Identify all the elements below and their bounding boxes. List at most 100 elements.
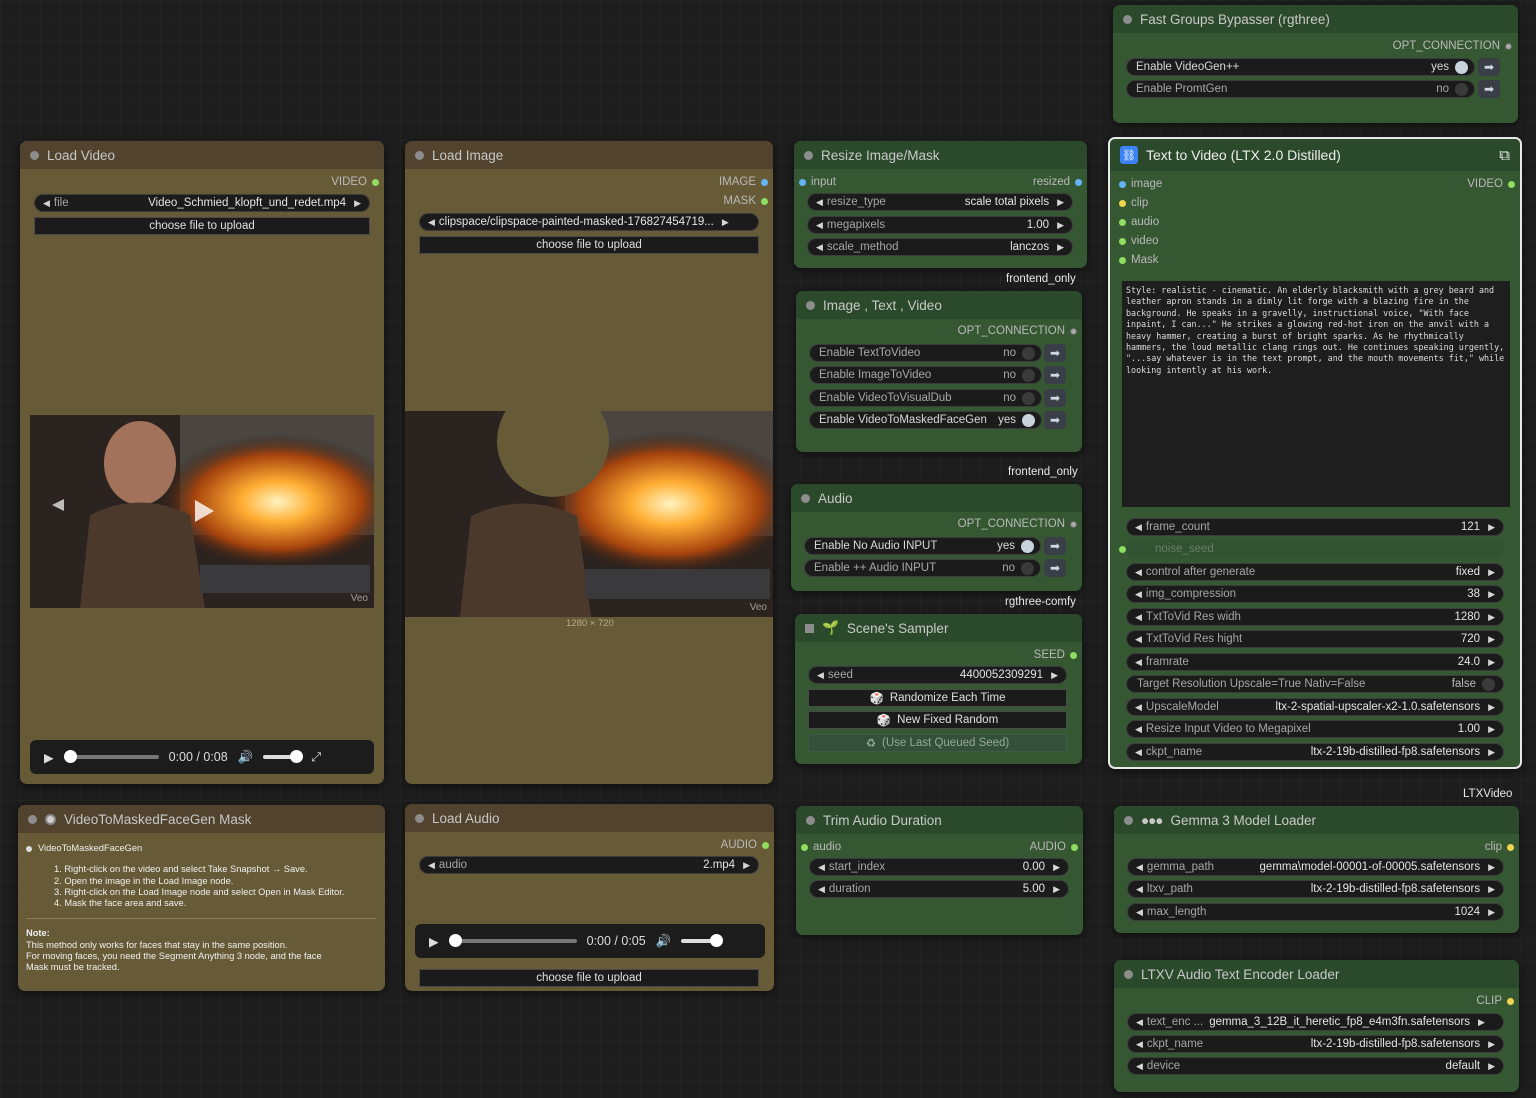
- collapse-dot-icon[interactable]: [415, 813, 424, 823]
- collapse-dot-icon[interactable]: [1124, 815, 1133, 825]
- ltxv-path-combo[interactable]: ◀ ltxv_path ltx-2-19b-distilled-fp8.safete…: [1127, 880, 1504, 898]
- toggle-enable-videogen[interactable]: Enable VideoGen++ yes: [1126, 58, 1475, 76]
- ckpt-name-combo[interactable]: ◀ ckpt_name ltx-2-19b-distilled-fp8.safete…: [1127, 1035, 1504, 1053]
- fullscreen-icon[interactable]: ⤢: [311, 750, 321, 765]
- new-fixed-random-button[interactable]: 🎲 New Fixed Random: [808, 711, 1067, 729]
- input-slot-image[interactable]: image: [1119, 178, 1162, 190]
- slot-dot-icon[interactable]: [1508, 180, 1515, 188]
- megapixels-number[interactable]: ◀ megapixels 1.00 ▶: [807, 216, 1073, 234]
- output-slot[interactable]: VIDEO: [331, 176, 379, 188]
- slot-dot-icon[interactable]: [1507, 997, 1514, 1005]
- collapse-dot-icon[interactable]: [415, 150, 424, 160]
- slot-dot-icon[interactable]: [1119, 218, 1126, 226]
- arrow-right-icon[interactable]: ▶: [1053, 862, 1060, 873]
- arrow-left-icon[interactable]: ◀: [1136, 1061, 1143, 1072]
- arrow-left-icon[interactable]: ◀: [428, 860, 435, 871]
- output-slot-image[interactable]: IMAGE: [719, 176, 768, 188]
- slot-dot-icon[interactable]: [1507, 843, 1514, 851]
- device-combo[interactable]: ◀ device default ▶: [1127, 1057, 1504, 1075]
- output-slot[interactable]: OPT_CONNECTION: [958, 518, 1077, 530]
- frame-count-number[interactable]: ◀ frame_count 121 ▶: [1126, 518, 1504, 536]
- resize-megapixel-number[interactable]: ◀ Resize Input Video to Megapixel 1.00 ▶: [1126, 720, 1504, 738]
- play-icon[interactable]: ▶: [429, 934, 439, 949]
- collapse-dot-icon[interactable]: [28, 814, 37, 824]
- ckpt-name-combo[interactable]: ◀ ckpt_name ltx-2-19b-distilled-fp8.safete…: [1126, 743, 1504, 761]
- collapse-dot-icon[interactable]: [1123, 14, 1132, 24]
- slot-dot-icon[interactable]: [1119, 256, 1126, 264]
- arrow-left-icon[interactable]: ◀: [818, 884, 825, 895]
- choose-file-button[interactable]: choose file to upload: [419, 969, 759, 987]
- img-compression-number[interactable]: ◀ img_compression 38 ▶: [1126, 585, 1504, 603]
- seek-bar[interactable]: [448, 934, 577, 947]
- volume-handle[interactable]: [290, 750, 304, 763]
- audio-combo[interactable]: ◀ audio 2.mp4 ▶: [419, 856, 759, 874]
- arrow-left-icon[interactable]: ◀: [1136, 907, 1143, 918]
- arrow-right-icon[interactable]: ▶: [1488, 1061, 1495, 1072]
- goto-arrow-icon[interactable]: ➡: [1478, 80, 1500, 98]
- arrow-right-icon[interactable]: ▶: [1488, 612, 1495, 623]
- seek-handle[interactable]: [448, 934, 462, 947]
- choose-file-button[interactable]: choose file to upload: [419, 236, 759, 254]
- arrow-right-icon[interactable]: ▶: [1488, 1039, 1495, 1050]
- node-title[interactable]: Audio: [791, 484, 1082, 512]
- slot-dot-icon[interactable]: [1075, 178, 1082, 186]
- target-resolution-toggle[interactable]: Target Resolution Upscale=True Nativ=Fal…: [1126, 675, 1504, 693]
- arrow-left-icon[interactable]: ◀: [1136, 1017, 1143, 1028]
- res-height-number[interactable]: ◀ TxtToVid Res hight 720 ▶: [1126, 630, 1504, 648]
- output-slot[interactable]: SEED: [1034, 649, 1077, 661]
- arrow-right-icon[interactable]: ▶: [1488, 862, 1495, 873]
- arrow-right-icon[interactable]: ▶: [1488, 657, 1495, 668]
- seek-handle[interactable]: [63, 750, 77, 763]
- arrow-left-icon[interactable]: ◀: [1135, 612, 1142, 623]
- text-to-video-node[interactable]: ⛓ Text to Video (LTX 2.0 Distilled) ⧉ im…: [1108, 137, 1522, 769]
- arrow-right-icon[interactable]: ▶: [1478, 1017, 1485, 1028]
- gemma-model-loader-node[interactable]: ●●● Gemma 3 Model Loader clip ◀ gemma_path…: [1114, 806, 1519, 933]
- arrow-left-icon[interactable]: ◀: [1135, 657, 1142, 668]
- output-slot[interactable]: clip: [1485, 841, 1514, 853]
- collapse-dot-icon[interactable]: [804, 150, 813, 160]
- goto-arrow-icon[interactable]: ➡: [1044, 389, 1066, 407]
- volume-handle[interactable]: [710, 934, 724, 947]
- node-title[interactable]: Resize Image/Mask: [794, 141, 1087, 169]
- arrow-left-icon[interactable]: ◀: [818, 862, 825, 873]
- arrow-left-icon[interactable]: ◀: [1135, 702, 1142, 713]
- arrow-right-icon[interactable]: ▶: [722, 217, 729, 228]
- collapse-dot-icon[interactable]: [30, 150, 39, 160]
- node-title[interactable]: Load Video: [20, 141, 384, 169]
- slot-dot-icon[interactable]: [1119, 546, 1126, 553]
- node-title[interactable]: 🌱 Scene's Sampler: [795, 614, 1082, 642]
- node-title[interactable]: Load Audio: [405, 804, 774, 832]
- gemma-path-combo[interactable]: ◀ gemma_path gemma\model-00001-of-00005.sa…: [1127, 858, 1504, 876]
- node-title[interactable]: Trim Audio Duration: [796, 806, 1083, 834]
- collapse-dot-icon[interactable]: [801, 493, 810, 503]
- arrow-left-icon[interactable]: ◀: [1136, 884, 1143, 895]
- slot-dot-icon[interactable]: [1119, 180, 1126, 188]
- volume-slider[interactable]: [681, 934, 724, 947]
- masked-facegen-note-node[interactable]: VideoToMaskedFaceGen Mask VideoToMaskedF…: [18, 805, 385, 991]
- goto-arrow-icon[interactable]: ➡: [1044, 344, 1066, 362]
- collapse-dot-icon[interactable]: [806, 300, 815, 310]
- arrow-right-icon[interactable]: ▶: [1488, 522, 1495, 533]
- collapse-dot-icon[interactable]: [1124, 969, 1133, 979]
- slot-dot-icon[interactable]: [801, 843, 808, 851]
- slot-dot-icon[interactable]: [799, 178, 806, 186]
- play-icon[interactable]: ▶: [44, 750, 54, 765]
- arrow-right-icon[interactable]: ▶: [354, 198, 361, 209]
- arrow-right-icon[interactable]: ▶: [1057, 242, 1064, 253]
- arrow-right-icon[interactable]: ▶: [1488, 724, 1495, 735]
- arrow-left-icon[interactable]: ◀: [1135, 747, 1142, 758]
- text-encoder-combo[interactable]: ◀ text_enc ... gemma_3_12B_it_heretic_fp8_…: [1127, 1013, 1504, 1031]
- output-slot[interactable]: AUDIO: [721, 839, 769, 851]
- ltxv-audio-text-encoder-node[interactable]: LTXV Audio Text Encoder Loader CLIP ◀ tex…: [1114, 960, 1519, 1092]
- arrow-right-icon[interactable]: ▶: [1488, 702, 1495, 713]
- arrow-left-icon[interactable]: ◀: [428, 217, 435, 228]
- image-preview[interactable]: Veo: [405, 411, 773, 617]
- image-combo[interactable]: ◀ clipspace/clipspace-painted-masked-1768…: [419, 213, 759, 231]
- noise-seed-number[interactable]: noise_seed: [1126, 540, 1504, 558]
- load-image-node[interactable]: Load Image IMAGE MASK ◀ clipspace/clipspa…: [405, 141, 773, 784]
- load-video-node[interactable]: Load Video VIDEO ◀ file Video_Schmied_klop…: [20, 141, 384, 784]
- toggle-enable-videotovisualdub[interactable]: Enable VideoToVisualDub no: [809, 389, 1042, 407]
- collapse-dot-icon[interactable]: [806, 815, 815, 825]
- volume-icon[interactable]: 🔊: [656, 934, 672, 949]
- arrow-right-icon[interactable]: ▶: [1488, 747, 1495, 758]
